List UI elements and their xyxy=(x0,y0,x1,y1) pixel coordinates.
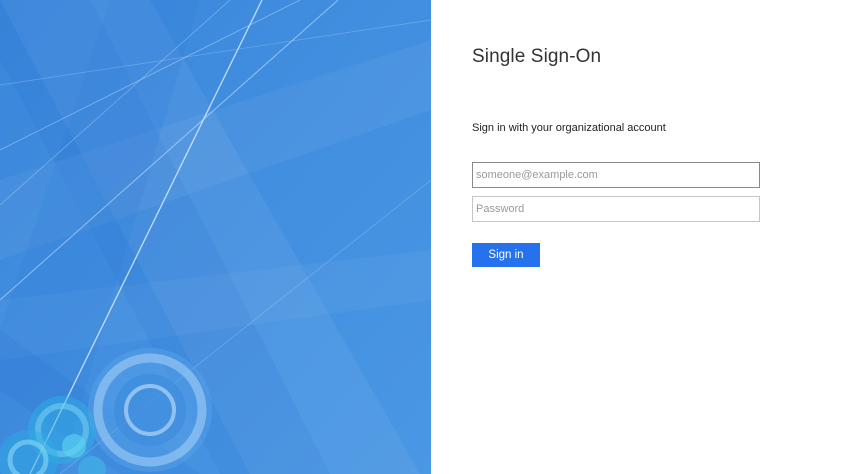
sign-in-button[interactable]: Sign in xyxy=(472,243,540,267)
sign-in-page: Single Sign-On Sign in with your organiz… xyxy=(0,0,845,474)
background-illustration xyxy=(0,0,431,474)
username-input[interactable] xyxy=(472,162,760,188)
abstract-light-beams-graphic xyxy=(0,0,431,474)
app-title: Single Sign-On xyxy=(472,46,602,67)
password-input[interactable] xyxy=(472,196,760,222)
sign-in-panel: Single Sign-On Sign in with your organiz… xyxy=(431,0,845,474)
sign-in-instructions: Sign in with your organizational account xyxy=(472,122,666,134)
sign-in-form: Sign in with your organizational account… xyxy=(472,120,761,267)
